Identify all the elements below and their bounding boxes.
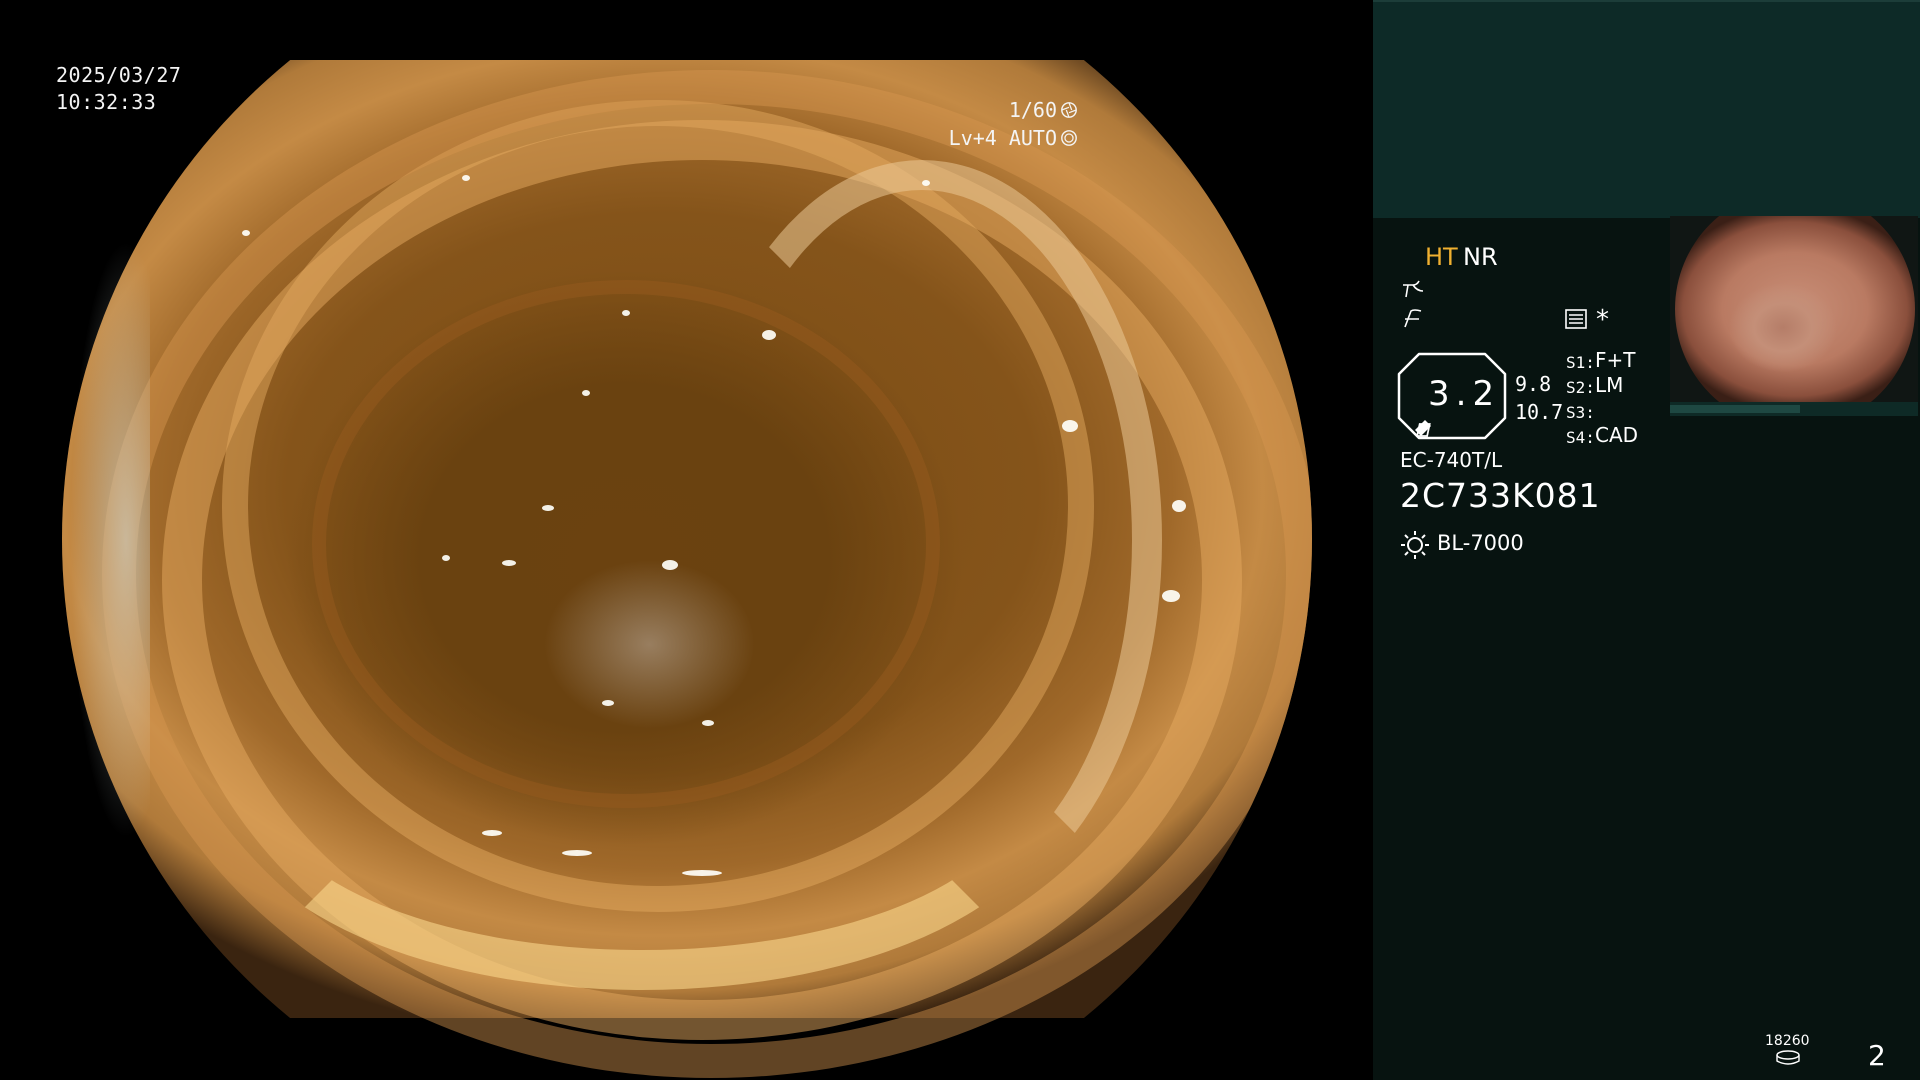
value-bottom: 10.7 xyxy=(1515,400,1564,424)
specular-highlight xyxy=(922,180,930,186)
specular-highlight xyxy=(662,560,678,570)
info-panel: HT NR * 3.2 9.8 10.7 S1: F+T S2: LM S3: … xyxy=(1373,0,1920,1080)
switch-label: S4: xyxy=(1566,428,1595,447)
mucosal-fold xyxy=(222,580,1062,990)
storage-counter: 18260 xyxy=(1765,1033,1810,1049)
specular-highlight xyxy=(542,505,554,511)
switch-label: S3: xyxy=(1566,403,1595,422)
level-readout: Lv+4 AUTO xyxy=(949,126,1078,150)
time-readout: 10:32:33 xyxy=(56,90,157,114)
endoscopic-image xyxy=(62,60,1312,1078)
color-curve-icon xyxy=(1404,309,1422,328)
switch-label: S2: xyxy=(1566,378,1595,397)
auto-mode-label: AUTO xyxy=(1008,126,1057,150)
thumbnail-status-bar xyxy=(1670,402,1918,416)
specular-highlight xyxy=(562,850,592,856)
switch-value: LM xyxy=(1595,373,1624,397)
specular-highlight xyxy=(602,700,614,706)
lens-glare xyxy=(70,240,150,840)
iris-icon xyxy=(1061,130,1077,146)
switch-label: S1: xyxy=(1566,353,1595,372)
nr-indicator: NR xyxy=(1463,243,1498,271)
specular-highlight xyxy=(1062,420,1078,432)
specular-highlight xyxy=(442,555,450,561)
disk-icon xyxy=(1776,1050,1800,1065)
specular-highlight xyxy=(242,230,250,236)
specular-highlight xyxy=(702,720,714,726)
enhancement-curve-icon xyxy=(1403,280,1424,298)
light-source-model: BL-7000 xyxy=(1437,531,1524,555)
specular-highlight xyxy=(682,870,722,876)
specular-highlight xyxy=(502,560,516,566)
shutter-value: 1/60 xyxy=(1008,98,1057,122)
asterisk-indicator: * xyxy=(1596,305,1609,335)
specular-highlight xyxy=(1162,590,1180,602)
date-readout: 2025/03/27 xyxy=(56,63,182,87)
switch-value: CAD xyxy=(1595,423,1639,447)
value-top: 9.8 xyxy=(1515,372,1552,396)
memory-card-icon xyxy=(1565,309,1587,329)
aperture-icon xyxy=(1061,102,1077,118)
specular-highlight xyxy=(582,390,590,396)
endoscope-view: 2025/03/27 10:32:33 1/60 Lv+4 AUTO xyxy=(0,0,1373,1080)
thumbnail-status-fill xyxy=(1670,405,1800,413)
specular-highlight xyxy=(462,175,470,181)
captured-image-thumbnail[interactable] xyxy=(1670,216,1918,402)
page-number: 2 xyxy=(1868,1039,1886,1072)
panel-header-area xyxy=(1373,0,1920,218)
shutter-readout: 1/60 xyxy=(1009,98,1078,122)
switch-value: F+T xyxy=(1595,348,1636,372)
thumbnail-image xyxy=(1675,216,1915,402)
hex-gauge-value: 3.2 xyxy=(1428,374,1501,414)
level-value: Lv+4 xyxy=(948,126,997,150)
scope-model: EC-740T/L xyxy=(1400,448,1503,472)
specular-highlight xyxy=(482,830,502,836)
sun-icon xyxy=(1401,531,1429,559)
specular-highlight xyxy=(622,310,630,316)
serial-number: 2C733K081 xyxy=(1400,476,1601,515)
specular-highlight xyxy=(1172,500,1186,512)
specular-highlight xyxy=(762,330,776,340)
ht-indicator: HT xyxy=(1425,243,1458,271)
